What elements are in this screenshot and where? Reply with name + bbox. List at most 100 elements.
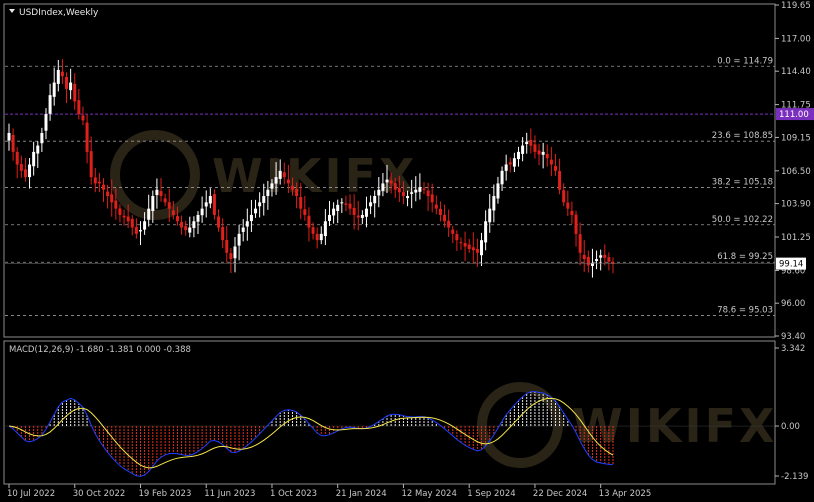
candle-body [286,179,290,184]
candle-body [397,188,401,193]
candle-body [385,179,389,183]
candle-body [175,216,179,222]
candle-body [455,234,459,241]
candle-body [545,153,549,159]
macd-tick-label: -2.139 [781,472,808,482]
candle-body [451,229,455,234]
candle-body [525,141,529,144]
candle-body [377,189,381,196]
price-tick-label: 109.15 [781,133,811,143]
candle-body [208,196,212,204]
candle-body [180,221,184,228]
price-tick-label: 114.40 [781,67,811,77]
macd-tick-label: 0.00 [781,422,800,432]
candle-body [15,151,19,165]
candle-body [254,208,258,214]
fib-label: 50.0 = 102.22 [712,215,773,225]
candle-body [19,164,23,171]
candle-body [163,198,167,203]
candle-body [406,196,410,199]
candle-body [291,185,295,190]
candle-body [295,188,299,197]
candle-body [521,145,525,154]
time-tick-label: 11 Jun 2023 [204,489,255,499]
candle-body [426,190,430,197]
candle-body [344,203,348,205]
candle-body [278,170,282,179]
candle-body [356,215,360,218]
candle-body [28,164,32,178]
candle-body [430,194,434,203]
candle-body [7,132,11,141]
candle-body [607,257,611,262]
candle-body [249,214,253,222]
highlight-price-label: 111.00 [779,110,809,120]
candle-body [245,221,249,227]
price-tick-label: 93.40 [781,332,805,342]
candle-body [143,221,147,230]
candle-body [122,215,126,218]
candle-body [369,202,373,207]
candle-body [151,196,155,212]
candle-body [488,208,492,223]
chart-canvas[interactable]: WIKIFX WIKIFX USDIndex,Weekly 0.0 = 114.… [0,0,814,502]
candle-body [389,180,393,184]
candle-body [558,171,562,190]
price-tick-label: 106.50 [781,167,811,177]
fib-label: 38.2 = 105.18 [712,177,773,187]
candle-body [418,187,422,192]
candle-body [533,144,537,152]
candle-body [196,214,200,222]
candle-body [56,69,60,84]
candle-body [274,177,278,184]
candle-body [258,202,262,207]
candle-body [364,208,368,217]
candle-body [484,221,488,243]
symbol-label: USDIndex,Weekly [19,8,99,18]
macd-tick-label: 3.342 [781,344,805,354]
candle-body [570,211,574,215]
candle-body [307,215,311,228]
candle-body [134,227,138,234]
candle-body [217,216,221,228]
candle-body [40,132,44,144]
price-tick-label: 119.65 [781,1,811,11]
fib-label: 0.0 = 114.79 [717,56,773,66]
candle-body [496,183,500,199]
fib-label: 23.6 = 108.85 [712,131,773,141]
candle-body [229,253,233,260]
candle-body [492,196,496,211]
candle-body [360,214,364,218]
candle-body [102,184,106,190]
candle-body [336,204,340,212]
candle-body [541,151,545,155]
candle-body [159,191,163,197]
candle-body [167,202,171,209]
time-tick-label: 1 Sep 2024 [467,489,515,499]
candle-body [171,210,175,215]
candle-body [262,196,266,203]
candle-body [11,134,15,152]
candle-body [52,82,56,97]
symbol-title[interactable]: USDIndex,Weekly [9,8,99,18]
candle-body [373,196,377,204]
candle-body [512,158,516,167]
candle-body [401,192,405,197]
time-tick-label: 22 Dec 2024 [533,489,587,499]
price-tick-label: 101.25 [781,233,811,243]
time-tick-label: 30 Oct 2022 [73,489,126,499]
candle-body [562,190,566,203]
candle-body [36,145,40,154]
price-tick-label: 103.90 [781,200,811,210]
candle-body [332,208,336,216]
candle-body [578,234,582,253]
candle-body [60,71,64,77]
candle-body [69,82,73,91]
candle-body [537,150,541,155]
candle-body [500,170,504,185]
candle-body [130,218,134,228]
candle-body [595,259,599,262]
candle-body [155,189,159,196]
candle-body [348,203,352,209]
candle-body [582,254,586,260]
